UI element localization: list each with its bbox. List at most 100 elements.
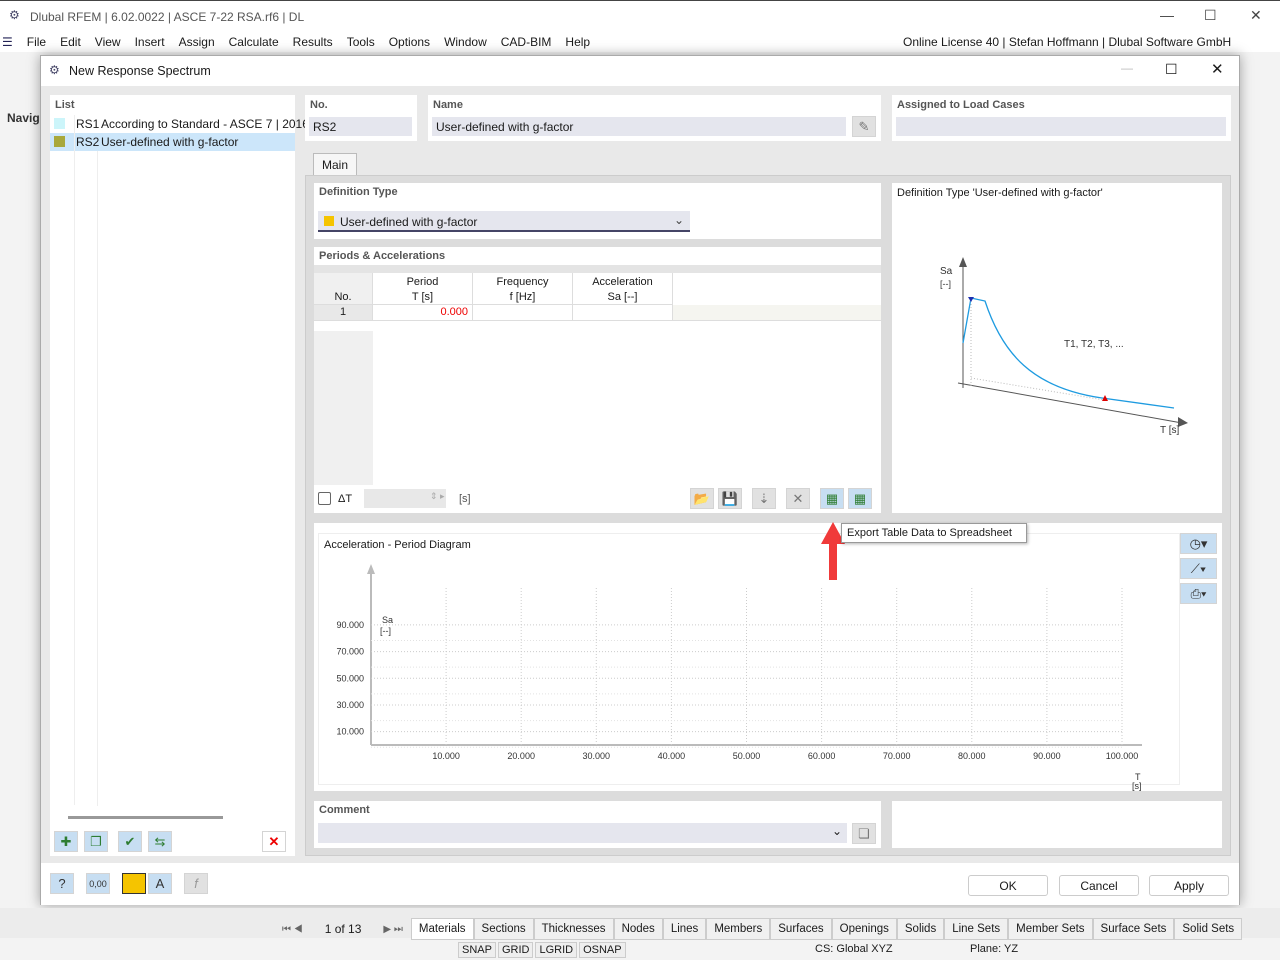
menu-tools[interactable]: Tools: [347, 35, 375, 49]
display-properties-button[interactable]: A: [148, 873, 172, 894]
help-button[interactable]: ?: [50, 873, 74, 894]
check-button[interactable]: ✔: [118, 831, 142, 852]
tab-nodes[interactable]: Nodes: [613, 918, 663, 940]
delete-rows-button[interactable]: ✕: [786, 488, 810, 509]
minimize-button[interactable]: —: [1160, 7, 1174, 23]
tab-surfaces[interactable]: Surfaces: [770, 918, 832, 940]
pager-first-prev-icon[interactable]: ⏮ ◀: [282, 924, 303, 935]
table-cell[interactable]: 0.000: [373, 305, 473, 321]
x-tick-label: 40.000: [658, 751, 686, 761]
dialog-close-button[interactable]: ✕: [1211, 60, 1224, 78]
save-button[interactable]: 💾: [718, 488, 742, 509]
tab-members[interactable]: Members: [706, 918, 771, 940]
list-scrollbar[interactable]: [68, 816, 223, 819]
y-tick-label: 10.000: [336, 727, 364, 737]
close-button[interactable]: ✕: [1250, 7, 1262, 24]
tab-surface-sets[interactable]: Surface Sets: [1092, 918, 1175, 940]
tab-lines[interactable]: Lines: [662, 918, 707, 940]
definition-type-select[interactable]: User-defined with g-factor ⌄: [318, 211, 690, 232]
chevron-down-icon: ⌄: [674, 213, 685, 227]
menu-view[interactable]: View: [95, 35, 121, 49]
y-tick-label: 50.000: [336, 673, 364, 683]
y-axis-label: Sa: [382, 615, 393, 625]
comment-field[interactable]: [318, 823, 847, 843]
sort-button[interactable]: ⇣: [752, 488, 776, 509]
delta-t-checkbox[interactable]: [318, 492, 331, 505]
tab-openings[interactable]: Openings: [831, 918, 897, 940]
delete-button[interactable]: ✕: [262, 831, 286, 852]
x-tick-label: 30.000: [583, 751, 611, 761]
diagram-options-button[interactable]: ⟋▾: [1180, 558, 1217, 579]
list-panel: List RS1 According to Standard - ASCE 7 |…: [50, 95, 309, 856]
tab-member-sets[interactable]: Member Sets: [1008, 918, 1093, 940]
menu-edit[interactable]: Edit: [60, 35, 81, 49]
list-item-id: RS2: [76, 135, 100, 149]
dialog-minimize-button[interactable]: —: [1121, 61, 1133, 75]
tab-main[interactable]: Main: [313, 153, 358, 175]
menu-options[interactable]: Options: [389, 35, 430, 49]
menu-results[interactable]: Results: [293, 35, 333, 49]
toggle-lgrid[interactable]: LGRID: [535, 942, 578, 958]
tab-sections[interactable]: Sections: [473, 918, 534, 940]
ok-button[interactable]: OK: [968, 875, 1048, 896]
tab-materials[interactable]: Materials: [410, 918, 474, 940]
bottom-tabs: ⏮ ◀ 1 of 13 ▶ ⏭ Materials Sections Thickne…: [282, 918, 1243, 940]
pager-next-last-icon[interactable]: ▶ ⏭: [383, 924, 402, 935]
print-button[interactable]: ⎙▾: [1180, 583, 1217, 604]
list-item-name: According to Standard - ASCE 7 | 2016: [101, 117, 309, 131]
table-cell[interactable]: [473, 305, 573, 321]
x-tick-label: 20.000: [507, 751, 535, 761]
tab-line-sets[interactable]: Line Sets: [944, 918, 1009, 940]
column-header-bottom: T [s]: [411, 291, 434, 303]
menu-calculate[interactable]: Calculate: [229, 35, 279, 49]
list-item[interactable]: RS2 User-defined with g-factor: [50, 133, 295, 151]
apply-button[interactable]: Apply: [1149, 875, 1229, 896]
units-button[interactable]: 0,00: [86, 873, 110, 894]
x-tick-label: 70.000: [883, 751, 911, 761]
renumber-button[interactable]: ⇆: [148, 831, 172, 852]
assigned-field[interactable]: [896, 117, 1226, 136]
import-folder-button[interactable]: 📂: [690, 488, 714, 509]
toggle-osnap[interactable]: OSNAP: [579, 942, 626, 958]
menu-cad-bim[interactable]: CAD-BIM: [501, 35, 552, 49]
definition-type-label: Definition Type: [319, 186, 398, 198]
name-field[interactable]: User-defined with g-factor: [432, 117, 846, 136]
view-options-button[interactable]: ◷▾: [1180, 533, 1217, 554]
tab-solids[interactable]: Solids: [896, 918, 945, 940]
app-menu-icon[interactable]: ☰: [2, 35, 13, 49]
app-title: Dlubal RFEM | 6.02.0022 | ASCE 7-22 RSA.…: [30, 10, 305, 24]
app-logo-icon: ⚙: [9, 8, 20, 22]
pager-label: 1 of 13: [324, 922, 362, 936]
comment-library-button[interactable]: ❏: [852, 823, 876, 844]
cancel-button[interactable]: Cancel: [1059, 875, 1139, 896]
delta-t-spinner[interactable]: ⇕ ▸: [364, 489, 446, 508]
copy-item-button[interactable]: ❐: [84, 831, 108, 852]
menu-insert[interactable]: Insert: [135, 35, 165, 49]
edit-name-icon[interactable]: ✎: [852, 116, 876, 137]
status-bar: SNAP GRID LGRID OSNAP: [458, 942, 628, 958]
toggle-grid[interactable]: GRID: [497, 942, 534, 958]
export-spreadsheet-button[interactable]: ▦: [820, 488, 844, 509]
new-item-button[interactable]: ✚: [54, 831, 78, 852]
import-spreadsheet-button[interactable]: ▦: [848, 488, 872, 509]
list-item[interactable]: RS1 According to Standard - ASCE 7 | 2016: [50, 115, 309, 133]
app-titlebar: ⚙ Dlubal RFEM | 6.02.0022 | ASCE 7-22 RS…: [0, 0, 1280, 32]
tab-thicknesses[interactable]: Thicknesses: [533, 918, 614, 940]
column-header: No.: [314, 273, 373, 305]
menu-assign[interactable]: Assign: [179, 35, 215, 49]
number-field[interactable]: RS2: [309, 117, 412, 136]
table-cell[interactable]: [573, 305, 673, 321]
dialog-maximize-button[interactable]: ☐: [1165, 61, 1178, 78]
tab-solid-sets[interactable]: Solid Sets: [1174, 918, 1243, 940]
column-header-bottom: Sa [--]: [607, 291, 638, 303]
column-header-top: Frequency: [496, 276, 549, 288]
y-tick-label: 90.000: [336, 620, 364, 630]
color-button[interactable]: [122, 873, 146, 894]
y-axis-arrow: [367, 564, 375, 574]
menu-window[interactable]: Window: [444, 35, 487, 49]
menu-file[interactable]: File: [27, 35, 46, 49]
menu-help[interactable]: Help: [565, 35, 590, 49]
formula-button[interactable]: f: [184, 873, 208, 894]
maximize-button[interactable]: ☐: [1204, 7, 1217, 24]
toggle-snap[interactable]: SNAP: [458, 942, 496, 958]
